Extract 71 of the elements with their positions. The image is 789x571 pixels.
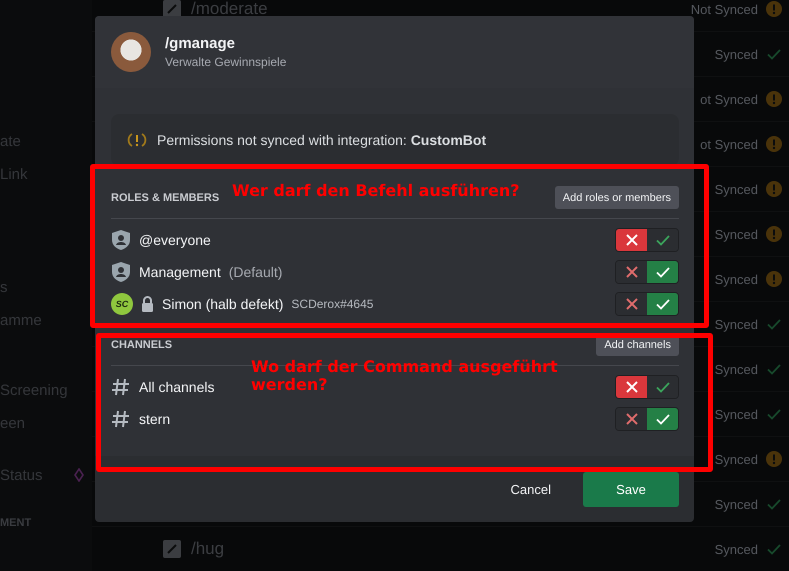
allow-button[interactable]: [647, 261, 678, 283]
permission-toggle[interactable]: [615, 292, 679, 316]
check-icon: [656, 298, 670, 310]
sync-status: Synced: [714, 362, 758, 376]
command-description: Verwalte Gewinnspiele: [165, 55, 286, 69]
warning-icon: [766, 181, 782, 197]
section-heading: CHANNELS: [111, 338, 172, 350]
permission-name: stern: [139, 411, 170, 427]
sync-status: Not Synced: [690, 2, 758, 16]
sync-status: Synced: [714, 496, 758, 512]
sync-status: Synced: [714, 406, 758, 422]
sync-status: Synced: [714, 182, 758, 196]
x-icon: [626, 234, 638, 246]
deny-button[interactable]: [616, 376, 647, 398]
check-icon: [767, 544, 781, 554]
check-icon: [767, 498, 781, 510]
sync-status: Synced: [714, 226, 758, 242]
annotation-text: Wo darf der Command ausgeführt werden?: [251, 358, 559, 394]
permission-toggle[interactable]: [615, 375, 679, 399]
deny-button[interactable]: [616, 229, 647, 251]
allow-button[interactable]: [647, 293, 678, 315]
check-icon: [767, 318, 781, 330]
cancel-button[interactable]: Cancel: [490, 482, 571, 496]
check-icon: [767, 364, 781, 374]
check-icon: [767, 48, 781, 60]
check-icon: [656, 382, 670, 392]
sync-warning-icon: [127, 132, 147, 148]
permission-note: (Default): [228, 264, 282, 280]
warning-icon: [766, 226, 782, 242]
role-shield-icon: [111, 261, 131, 283]
sync-status: Synced: [714, 542, 758, 556]
x-icon: [626, 266, 638, 278]
x-icon: [626, 298, 638, 310]
warning-icon: [766, 136, 782, 152]
sync-status: Synced: [714, 452, 758, 466]
warning-icon: [766, 91, 782, 107]
check-icon: [656, 234, 670, 246]
permission-name: All channels: [139, 379, 214, 395]
sync-status: ot Synced: [700, 92, 758, 106]
warning-icon: [766, 271, 782, 287]
role-shield-icon: [111, 229, 131, 251]
annotation-text: Wer darf den Befehl ausführen?: [232, 182, 520, 200]
warning-icon: [766, 451, 782, 467]
sync-status: Synced: [714, 46, 758, 62]
permission-name: Management: [139, 264, 221, 280]
check-icon: [767, 408, 781, 420]
sync-status: Synced: [714, 272, 758, 286]
hash-icon: [111, 377, 131, 397]
permission-name: @everyone: [139, 232, 211, 248]
bot-avatar: [111, 32, 151, 72]
hash-icon: [111, 409, 131, 429]
member-avatar: SC: [111, 293, 133, 315]
check-icon: [656, 266, 670, 278]
user-tag: SCDerox#4645: [291, 297, 374, 311]
slash-icon: [163, 540, 181, 558]
save-button[interactable]: Save: [583, 472, 679, 506]
add-button[interactable]: Add roles or members: [554, 186, 679, 209]
section-heading: ROLES & MEMBERS: [111, 192, 220, 204]
permission-toggle[interactable]: [615, 407, 679, 431]
permission-toggle[interactable]: [615, 260, 679, 284]
sync-status: Synced: [714, 316, 758, 332]
x-icon: [626, 381, 638, 393]
check-icon: [656, 414, 670, 424]
allow-button[interactable]: [647, 408, 678, 430]
command-title: /gmanage: [165, 35, 236, 52]
sync-status: ot Synced: [700, 136, 758, 152]
permission-name: Simon (halb defekt): [162, 296, 284, 312]
x-icon: [626, 413, 638, 425]
diamond-icon: [74, 468, 84, 482]
notice-text: Permissions not synced with integration: CustomBot: [157, 132, 486, 148]
permission-toggle[interactable]: [615, 228, 679, 252]
